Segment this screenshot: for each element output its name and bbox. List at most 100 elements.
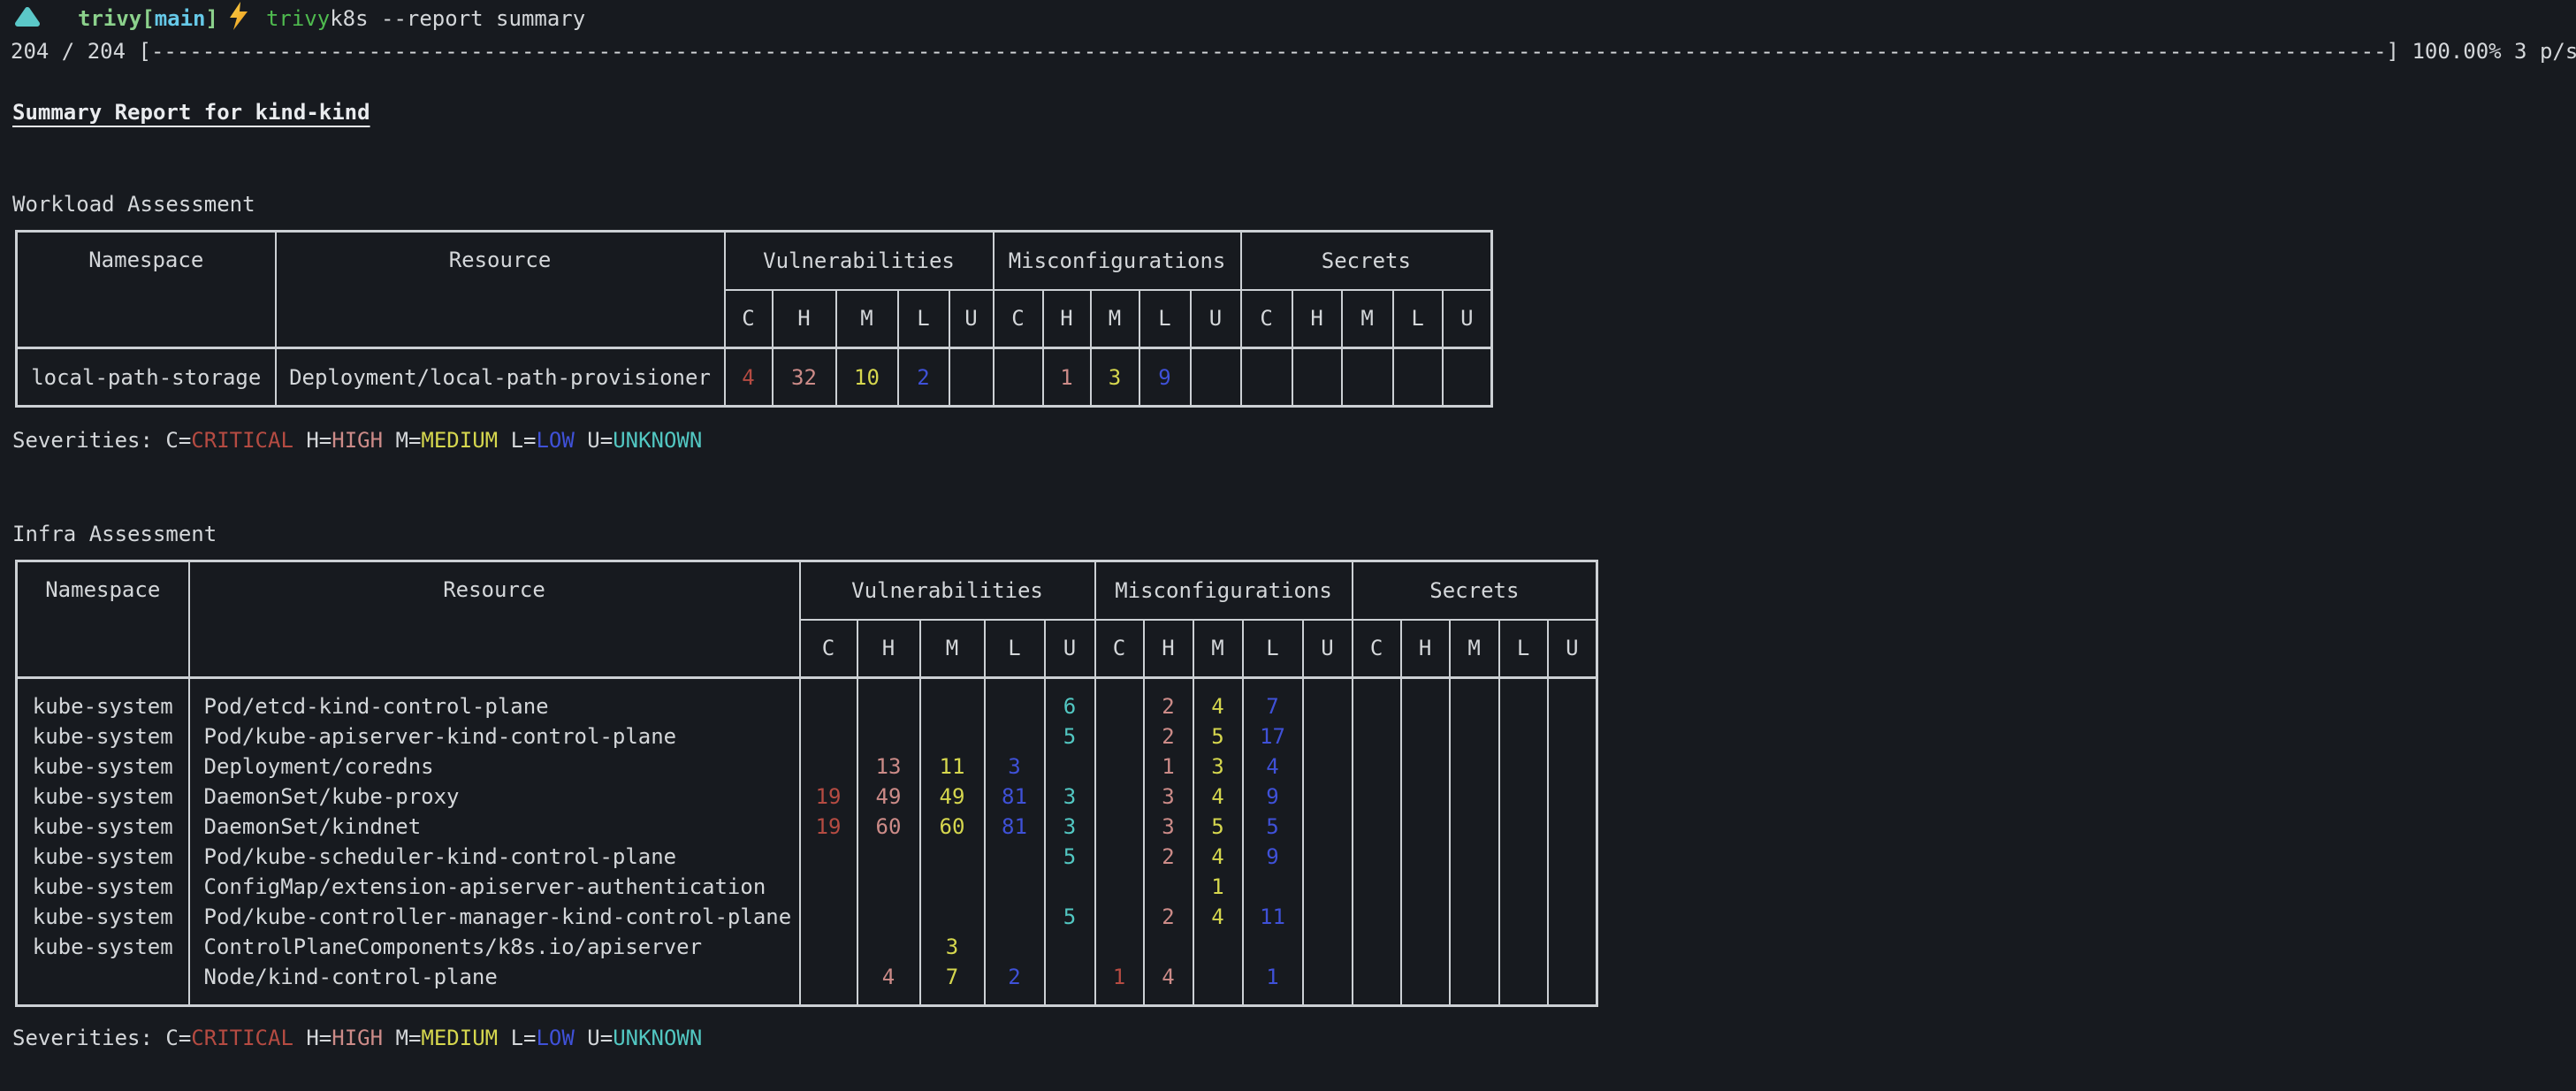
misc-unknown-column xyxy=(1303,678,1353,1006)
col-group-secrets: Secrets xyxy=(1241,232,1492,290)
severity-col-M: M xyxy=(1450,620,1499,678)
misc-low-count: 1 xyxy=(1244,962,1302,992)
resource-cell: Pod/etcd-kind-control-planePod/kube-apis… xyxy=(189,678,800,1006)
secret-low-count xyxy=(1500,721,1547,751)
vuln-critical-count xyxy=(801,721,857,751)
severity-col-C: C xyxy=(994,290,1043,348)
severity-col-U: U xyxy=(1045,620,1095,678)
workload-table-row: local-path-storage Deployment/local-path… xyxy=(17,348,1492,407)
secret-medium-count xyxy=(1451,782,1498,812)
misc-unknown-count xyxy=(1304,842,1352,872)
misc-medium-count: 3 xyxy=(1194,751,1242,782)
col-header-namespace: Namespace xyxy=(17,561,189,678)
severity-col-C: C xyxy=(1241,290,1292,348)
misc-low-count: 17 xyxy=(1244,721,1302,751)
secret-unknown-count xyxy=(1549,962,1597,992)
secret-medium-count xyxy=(1451,872,1498,902)
secret-medium-count xyxy=(1451,902,1498,932)
misc-low-count xyxy=(1244,872,1302,902)
secret-unknown-count xyxy=(1549,872,1597,902)
severity-col-H: H xyxy=(773,290,836,348)
misc-unknown-count xyxy=(1304,751,1352,782)
misc-critical-count xyxy=(1096,932,1143,962)
misc-low-count: 9 xyxy=(1244,782,1302,812)
legend-severity-medium: MEDIUM xyxy=(421,428,498,453)
legend-key: M= xyxy=(396,1026,422,1050)
secret-high-count xyxy=(1402,751,1449,782)
namespace-value: kube-system xyxy=(18,842,188,872)
col-header-resource: Resource xyxy=(189,561,800,678)
severity-col-M: M xyxy=(1091,290,1139,348)
col-group-vulnerabilities: Vulnerabilities xyxy=(725,232,994,290)
secret-critical-count xyxy=(1353,842,1400,872)
progress-line: 204 / 204 [-----------------------------… xyxy=(11,35,2567,67)
vuln-critical-count xyxy=(801,842,857,872)
resource-value: Node/kind-control-plane xyxy=(190,962,799,992)
misc-medium-count: 4 xyxy=(1194,842,1242,872)
namespace-value: kube-system xyxy=(18,721,188,751)
vuln-unknown-count xyxy=(1046,751,1094,782)
severity-col-U: U xyxy=(1191,290,1241,348)
misc-medium-count: 4 xyxy=(1194,902,1242,932)
col-group-vulnerabilities: Vulnerabilities xyxy=(800,561,1095,620)
vuln-medium-count: 7 xyxy=(921,962,984,992)
severity-col-M: M xyxy=(1193,620,1243,678)
misc-high-count: 4 xyxy=(1145,962,1193,992)
severity-col-U: U xyxy=(1303,620,1353,678)
secret-unknown-column xyxy=(1548,678,1597,1006)
vuln-medium-count: 60 xyxy=(921,812,984,842)
resource-value: DaemonSet/kube-proxy xyxy=(190,782,799,812)
git-branch: main xyxy=(155,6,206,31)
secret-critical-count xyxy=(1353,872,1400,902)
severity-col-L: L xyxy=(985,620,1045,678)
vuln-unknown-count: 5 xyxy=(1046,721,1094,751)
vuln-high-count xyxy=(858,872,919,902)
legend-label: Severities: xyxy=(12,1026,165,1050)
misc-medium-count xyxy=(1194,962,1242,992)
legend-key: H= xyxy=(306,1026,332,1050)
misc-unknown-count xyxy=(1304,812,1352,842)
namespace-cell: local-path-storage xyxy=(17,348,276,407)
legend-severity-unknown: UNKNOWN xyxy=(613,1026,702,1050)
severity-col-H: H xyxy=(1144,620,1193,678)
secret-critical-count xyxy=(1353,782,1400,812)
vuln-high-count: 32 xyxy=(773,348,836,407)
secret-high-count xyxy=(1402,782,1449,812)
misc-high-count: 2 xyxy=(1145,691,1193,721)
misc-high-count: 1 xyxy=(1145,751,1193,782)
vuln-critical-count: 19 xyxy=(801,812,857,842)
lightning-bolt-icon xyxy=(227,1,250,36)
secret-low-column xyxy=(1499,678,1548,1006)
secret-medium-count xyxy=(1451,812,1498,842)
col-header-resource: Resource xyxy=(276,232,725,348)
secret-medium-count xyxy=(1451,691,1498,721)
severity-col-H: H xyxy=(857,620,920,678)
resource-value: DaemonSet/kindnet xyxy=(190,812,799,842)
vuln-low-count: 2 xyxy=(986,962,1044,992)
secret-unknown-count xyxy=(1549,691,1597,721)
command-args-text: k8s --report summary xyxy=(330,6,585,31)
misc-medium-count: 1 xyxy=(1194,872,1242,902)
secret-unknown-count xyxy=(1549,721,1597,751)
vuln-critical-count xyxy=(801,691,857,721)
legend-key: U= xyxy=(587,428,613,453)
misc-medium-count: 5 xyxy=(1194,721,1242,751)
vuln-critical-count xyxy=(801,932,857,962)
secret-critical-count xyxy=(1353,751,1400,782)
legend-severity-critical: CRITICAL xyxy=(191,1026,293,1050)
secret-unknown-count xyxy=(1443,348,1492,407)
misc-low-column: 7174959 11 1 xyxy=(1243,678,1303,1006)
vuln-unknown-count: 6 xyxy=(1046,691,1094,721)
terminal-screen: { "colors": { "background": "#171a1f", "… xyxy=(0,0,2576,1091)
vuln-medium-count xyxy=(921,902,984,932)
col-group-misconfigurations: Misconfigurations xyxy=(1095,561,1353,620)
legend-severity-critical: CRITICAL xyxy=(191,428,293,453)
vuln-unknown-count: 3 xyxy=(1046,782,1094,812)
resource-cell: Deployment/local-path-provisioner xyxy=(276,348,725,407)
legend-key: L= xyxy=(511,1026,537,1050)
secret-low-count xyxy=(1500,932,1547,962)
severities-legend: Severities: C=CRITICAL H=HIGH M=MEDIUM L… xyxy=(12,1023,2567,1053)
infra-table-rows: kube-systemkube-systemkube-systemkube-sy… xyxy=(17,678,1597,1006)
terminal[interactable]: trivy [ main ] trivy k8s --report summar… xyxy=(0,0,2576,1053)
vuln-unknown-column: 65 335 5 xyxy=(1045,678,1095,1006)
